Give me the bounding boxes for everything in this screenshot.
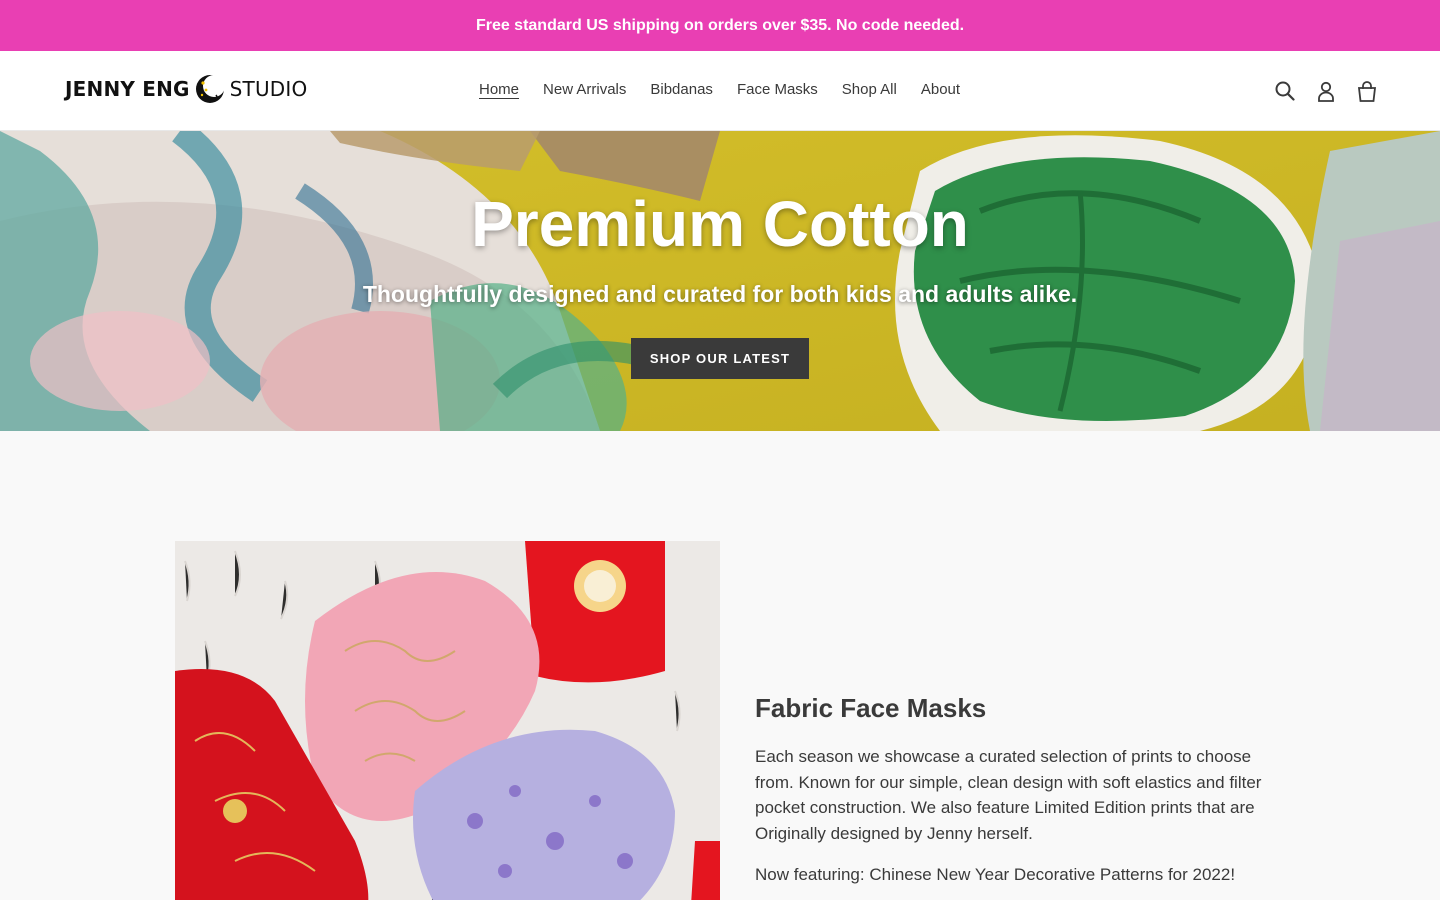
cart-icon[interactable] [1356,79,1378,103]
logo-text-secondary: STUDIO [229,77,308,101]
site-header: JENNY ENG STUDIO Home New Arrivals Bibda… [0,51,1440,131]
feature-title: Fabric Face Masks [755,693,987,723]
feature-description: Each season we showcase a curated select… [755,747,1262,843]
nav-item-bibdanas[interactable]: Bibdanas [650,81,713,98]
account-icon[interactable] [1315,79,1337,103]
hero-banner: Premium Cotton Thoughtfully designed and… [0,131,1440,431]
announcement-text[interactable]: Free standard US shipping on orders over… [476,17,964,35]
nav-item-shop-all[interactable]: Shop All [842,81,897,98]
announcement-bar: Free standard US shipping on orders over… [0,0,1440,51]
header-icons [1274,79,1378,103]
feature-note: Now featuring: Chinese New Year Decorati… [755,865,1236,884]
feature-section: Fabric Face Masks Each season we showcas… [0,431,1440,900]
nav-item-about[interactable]: About [921,81,960,98]
logo-text-primary: JENNY ENG [65,77,190,101]
shop-latest-button[interactable]: SHOP OUR LATEST [630,338,810,380]
moon-stars-icon [194,73,226,105]
nav-item-home[interactable]: Home [479,81,519,98]
nav-item-new-arrivals[interactable]: New Arrivals [543,81,626,98]
site-logo[interactable]: JENNY ENG STUDIO [65,73,307,105]
main-nav: Home New Arrivals Bibdanas Face Masks Sh… [479,81,960,98]
nav-item-face-masks[interactable]: Face Masks [737,81,818,98]
search-icon[interactable] [1274,79,1296,103]
hero-subtitle: Thoughtfully designed and curated for bo… [362,281,1078,308]
feature-text: Fabric Face Masks Each season we showcas… [755,693,1275,885]
face-masks-image [175,541,720,900]
hero-content: Premium Cotton Thoughtfully designed and… [0,188,1440,380]
hero-title: Premium Cotton [471,188,969,260]
